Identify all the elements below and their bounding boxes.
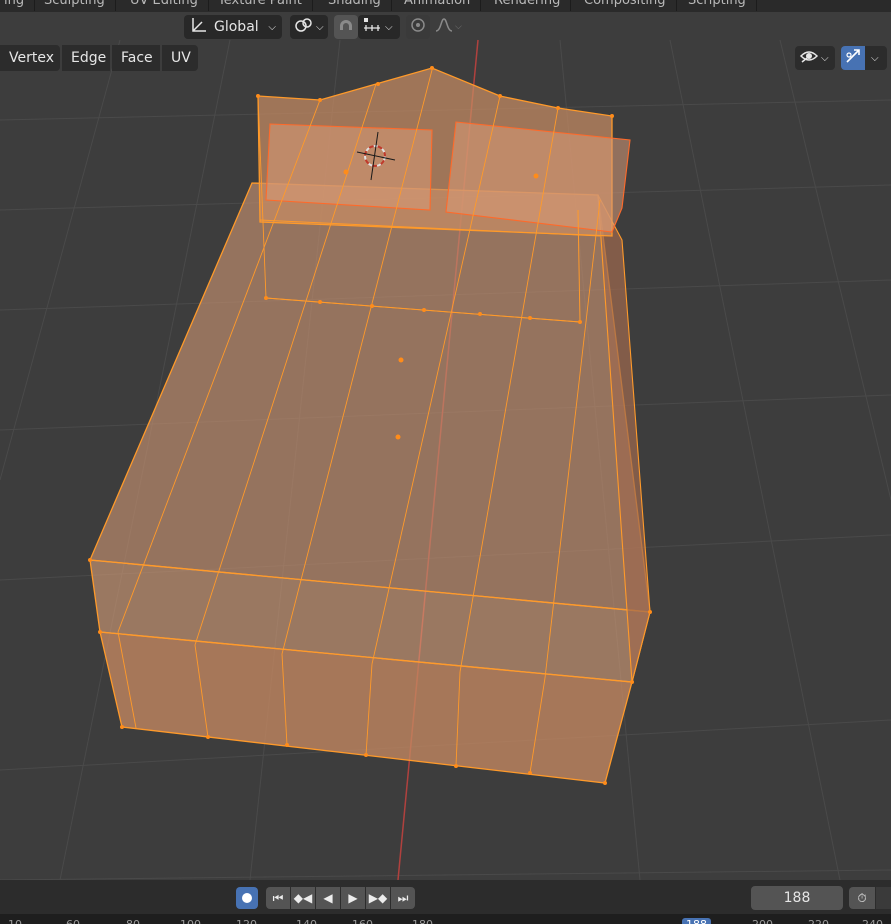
workspace-tab[interactable]: ing: [0, 0, 36, 11]
ruler-tick: 120: [236, 918, 257, 924]
select-mode-vertex[interactable]: Vertex: [0, 45, 60, 71]
workspace-tabs: ing Sculpting UV Editing Texture Paint S…: [0, 0, 891, 12]
chevron-down-icon: ⌵: [871, 52, 879, 64]
jump-to-end-icon: ⏭: [397, 890, 409, 905]
proportional-editing-icon: [410, 17, 426, 37]
ruler-tick: 160: [352, 918, 373, 924]
transform-orientation-icon: [190, 16, 208, 38]
play-icon: ▶: [348, 891, 358, 905]
current-frame-indicator[interactable]: 188: [682, 918, 711, 924]
select-mode-vertex-label: Vertex: [9, 50, 55, 66]
select-mode-edge-label: Edge: [71, 50, 107, 66]
select-mode-uv[interactable]: UV: [162, 45, 198, 71]
workspace-tab-uv-editing[interactable]: UV Editing: [120, 0, 209, 11]
3d-viewport[interactable]: [0, 0, 891, 881]
ruler-tick: 60: [66, 918, 80, 924]
transform-orientation-dropdown[interactable]: Global ⌵: [184, 15, 282, 39]
select-mode-uv-label: UV: [171, 50, 191, 66]
gizmo-toggle[interactable]: [841, 46, 865, 70]
proportional-falloff-dropdown[interactable]: ⌵: [432, 15, 468, 39]
select-mode-edge[interactable]: Edge: [62, 45, 110, 71]
ruler-tick: 80: [126, 918, 140, 924]
bed-mesh[interactable]: [88, 66, 652, 785]
select-mode-face[interactable]: Face: [112, 45, 160, 71]
pivot-point-dropdown[interactable]: ⌵: [290, 15, 328, 39]
snap-target-dropdown[interactable]: ⌵: [358, 15, 400, 39]
gizmo-toggle-icon: [844, 47, 862, 69]
chevron-down-icon: ⌵: [821, 52, 829, 64]
snap-toggle[interactable]: [334, 15, 358, 39]
play-button[interactable]: ▶: [341, 887, 365, 909]
workspace-tab-sculpting[interactable]: Sculpting: [34, 0, 116, 11]
jump-to-prev-keyframe-button[interactable]: ◆◀: [291, 887, 315, 909]
next-keyframe-icon: ▶◆: [368, 891, 388, 905]
proportional-editing-toggle[interactable]: [406, 15, 430, 39]
chevron-down-icon: ⌵: [316, 21, 324, 33]
select-mode-face-label: Face: [121, 50, 153, 66]
snap-increment-icon: [362, 16, 382, 38]
object-visibility-icon: [799, 47, 819, 69]
gizmo-dropdown[interactable]: ⌵: [865, 46, 887, 70]
snap-magnet-icon: [337, 16, 355, 38]
prev-keyframe-icon: ◆◀: [293, 891, 313, 905]
chevron-down-icon: ⌵: [385, 21, 393, 33]
viewport-canvas[interactable]: [0, 0, 891, 881]
jump-to-next-keyframe-button[interactable]: ▶◆: [366, 887, 390, 909]
ruler-tick: 140: [296, 918, 317, 924]
chevron-down-icon: ⌵: [268, 21, 276, 33]
workspace-tab-scripting[interactable]: Scripting: [678, 0, 757, 11]
stopwatch-icon: ⏱: [857, 890, 867, 905]
ruler-tick: 240: [862, 918, 883, 924]
proportional-falloff-icon: [434, 16, 454, 38]
workspace-tab-animation[interactable]: Animation: [394, 0, 482, 11]
chevron-down-icon: ⌵: [455, 22, 462, 32]
auto-keying-toggle[interactable]: [236, 887, 258, 909]
pivot-point-icon: [294, 16, 314, 38]
record-icon: [242, 893, 252, 903]
jump-to-start-icon: ⏮: [272, 890, 284, 905]
play-reverse-icon: ◀: [323, 891, 333, 905]
jump-to-start-button[interactable]: ⏮: [266, 887, 290, 909]
visibility-dropdown[interactable]: ⌵: [795, 46, 835, 70]
workspace-tab-compositing[interactable]: Compositing: [574, 0, 677, 11]
ruler-tick: 10: [8, 918, 22, 924]
transform-orientation-label: Global: [214, 19, 259, 35]
workspace-tab-rendering[interactable]: Rendering: [484, 0, 572, 11]
playback-timer-button[interactable]: ⏱: [849, 887, 875, 909]
timeline-ruler[interactable]: 10 60 80 100 120 140 160 180 188 200 220…: [0, 914, 891, 924]
workspace-tab-texture-paint[interactable]: Texture Paint: [208, 0, 313, 11]
mesh-top-face: [89, 182, 651, 613]
ruler-tick: 200: [752, 918, 773, 924]
ruler-tick: 100: [180, 918, 201, 924]
ruler-tick: 180: [412, 918, 433, 924]
play-reverse-button[interactable]: ◀: [316, 887, 340, 909]
workspace-tab-shading[interactable]: Shading: [318, 0, 392, 11]
timeline-options-button[interactable]: [876, 887, 891, 909]
jump-to-end-button[interactable]: ⏭: [391, 887, 415, 909]
ruler-tick: 220: [808, 918, 829, 924]
current-frame-field[interactable]: 188: [751, 886, 843, 910]
